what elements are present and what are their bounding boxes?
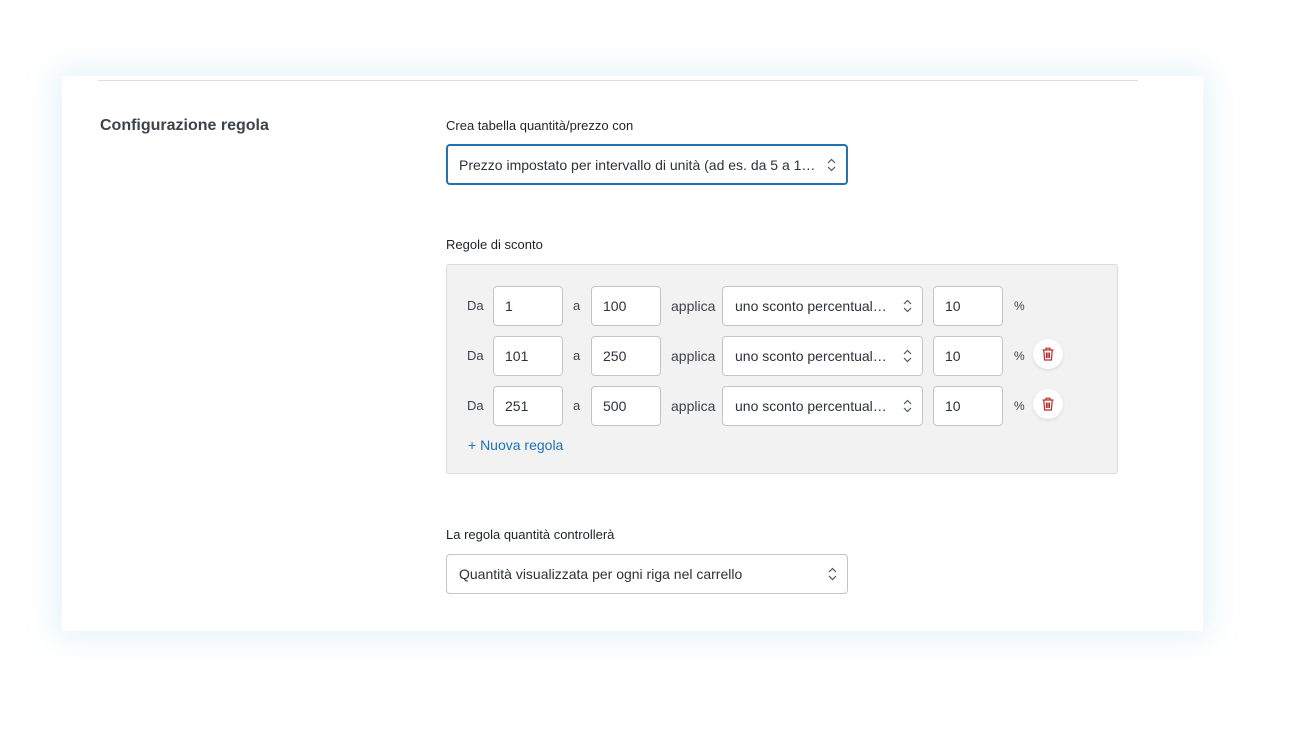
to-quantity-input[interactable]: 500 — [591, 386, 661, 426]
discount-amount-input[interactable]: 10 — [933, 386, 1003, 426]
top-divider — [98, 80, 1138, 81]
to-label: a — [573, 398, 581, 413]
from-label: Da — [467, 348, 484, 363]
quantity-control-select[interactable]: Quantità visualizzata per ogni riga nel … — [446, 554, 848, 594]
from-label: Da — [467, 298, 484, 313]
delete-rule-button[interactable] — [1033, 339, 1063, 369]
trash-icon — [1042, 397, 1054, 411]
from-quantity-input[interactable]: 251 — [493, 386, 563, 426]
to-quantity-input[interactable]: 100 — [591, 286, 661, 326]
add-rule-link[interactable]: + Nuova regola — [468, 437, 563, 453]
percent-label: % — [1014, 349, 1025, 363]
select-chevron-icon — [903, 299, 912, 313]
rule-configuration-card: Configurazione regola Crea tabella quant… — [62, 76, 1203, 631]
select-chevron-icon — [828, 567, 837, 581]
to-label: a — [573, 348, 581, 363]
discount-type-select[interactable]: uno sconto percentuale del — [722, 286, 923, 326]
percent-label: % — [1014, 299, 1025, 313]
trash-icon — [1042, 347, 1054, 361]
to-quantity-input[interactable]: 250 — [591, 336, 661, 376]
discount-type-value: uno sconto percentuale del — [735, 398, 894, 414]
discount-rule-row: Da 1 a 100 applica uno sconto percentual… — [447, 286, 1117, 326]
select-chevron-icon — [903, 349, 912, 363]
quantity-control-label: La regola quantità controllerà — [446, 527, 615, 542]
from-quantity-input[interactable]: 1 — [493, 286, 563, 326]
apply-label: applica — [671, 298, 716, 314]
select-chevron-icon — [903, 399, 912, 413]
discount-rules-box: Da 1 a 100 applica uno sconto percentual… — [446, 264, 1118, 474]
discount-amount-input[interactable]: 10 — [933, 286, 1003, 326]
discount-type-select[interactable]: uno sconto percentuale del — [722, 386, 923, 426]
discount-amount-input[interactable]: 10 — [933, 336, 1003, 376]
apply-label: applica — [671, 398, 716, 414]
table-mode-select[interactable]: Prezzo impostato per intervallo di unità… — [446, 144, 848, 185]
discount-type-value: uno sconto percentuale del — [735, 348, 894, 364]
from-quantity-input[interactable]: 101 — [493, 336, 563, 376]
quantity-control-value: Quantità visualizzata per ogni riga nel … — [459, 566, 743, 582]
percent-label: % — [1014, 399, 1025, 413]
from-label: Da — [467, 398, 484, 413]
to-label: a — [573, 298, 581, 313]
discount-type-value: uno sconto percentuale del — [735, 298, 894, 314]
apply-label: applica — [671, 348, 716, 364]
table-mode-value: Prezzo impostato per intervallo di unità… — [459, 156, 818, 173]
discount-rules-label: Regole di sconto — [446, 237, 543, 252]
section-title: Configurazione regola — [100, 117, 269, 134]
discount-rule-row: Da 101 a 250 applica uno sconto percentu… — [447, 336, 1117, 376]
discount-rule-row: Da 251 a 500 applica uno sconto percentu… — [447, 386, 1117, 426]
select-chevron-icon — [827, 158, 836, 171]
discount-type-select[interactable]: uno sconto percentuale del — [722, 336, 923, 376]
table-mode-label: Crea tabella quantità/prezzo con — [446, 118, 634, 133]
delete-rule-button[interactable] — [1033, 389, 1063, 419]
